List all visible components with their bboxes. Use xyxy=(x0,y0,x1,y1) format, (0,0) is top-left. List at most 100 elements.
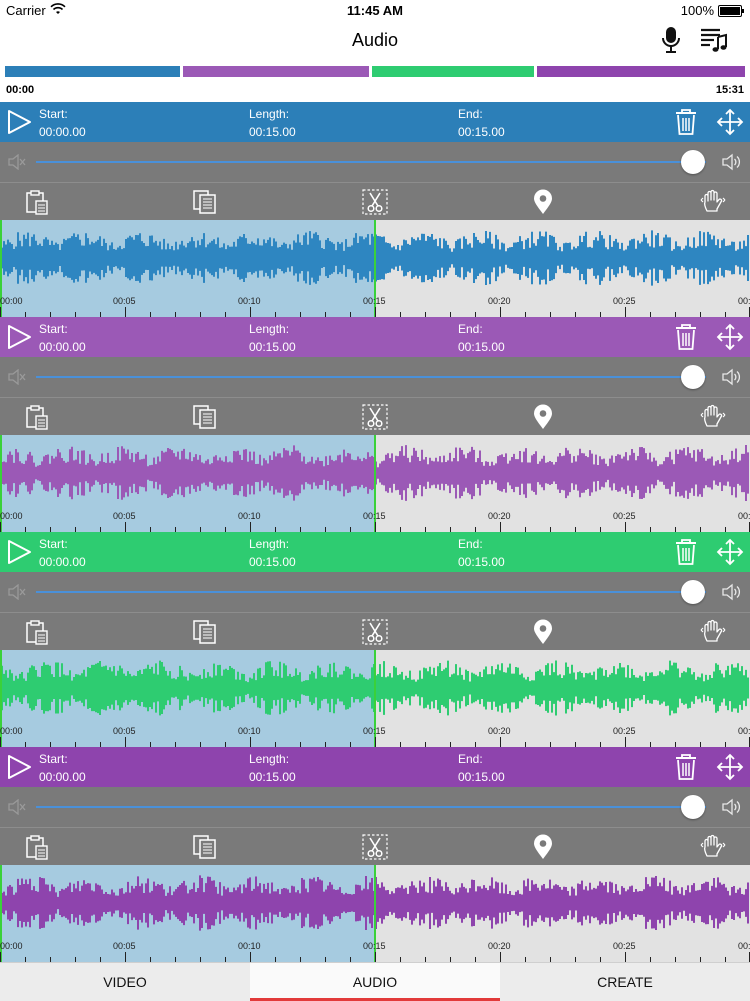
paste-icon[interactable] xyxy=(24,619,50,645)
speaker-loud-icon[interactable] xyxy=(722,583,742,601)
speaker-loud-icon[interactable] xyxy=(722,798,742,816)
track-length: Length: 00:15.00 xyxy=(249,535,296,571)
location-pin-icon[interactable] xyxy=(530,404,556,430)
start-value[interactable]: 00:00.00 xyxy=(39,553,86,571)
time-tick-label: 00:05 xyxy=(113,941,136,951)
start-label: Start: xyxy=(39,537,68,551)
copy-icon[interactable] xyxy=(192,404,218,430)
volume-slider-track[interactable] xyxy=(36,161,706,163)
timeline-overview[interactable] xyxy=(0,66,750,78)
paste-icon[interactable] xyxy=(24,404,50,430)
start-label: Start: xyxy=(39,107,68,121)
tab-video[interactable]: VIDEO xyxy=(0,963,250,1001)
waveform-panel[interactable]: 00:00 00:05 00:10 00:15 00:20 00:25 00: xyxy=(0,435,750,532)
paste-icon[interactable] xyxy=(24,834,50,860)
mute-speaker-icon[interactable] xyxy=(8,369,26,385)
edit-toolbar xyxy=(0,827,750,866)
waveform-panel[interactable]: 00:00 00:05 00:10 00:15 00:20 00:25 00: xyxy=(0,650,750,747)
mute-speaker-icon[interactable] xyxy=(8,584,26,600)
end-value[interactable]: 00:15.00 xyxy=(458,123,505,141)
pan-hand-icon[interactable] xyxy=(700,619,726,645)
volume-slider-thumb[interactable] xyxy=(680,580,705,604)
volume-slider-thumb[interactable] xyxy=(680,365,705,389)
start-value[interactable]: 00:00.00 xyxy=(39,768,86,786)
start-value[interactable]: 00:00.00 xyxy=(39,338,86,356)
time-tick-label: 00:20 xyxy=(488,296,511,306)
length-value[interactable]: 00:15.00 xyxy=(249,553,296,571)
time-tick xyxy=(500,737,501,747)
move-arrows-icon[interactable] xyxy=(716,323,744,351)
move-arrows-icon[interactable] xyxy=(716,538,744,566)
cut-icon[interactable] xyxy=(362,189,388,215)
waveform-panel[interactable]: 00:00 00:05 00:10 00:15 00:20 00:25 00: xyxy=(0,865,750,962)
end-value[interactable]: 00:15.00 xyxy=(458,338,505,356)
time-tick-label: 00:15 xyxy=(363,726,386,736)
end-value[interactable]: 00:15.00 xyxy=(458,553,505,571)
speaker-loud-icon[interactable] xyxy=(722,153,742,171)
microphone-icon[interactable] xyxy=(660,26,682,54)
speaker-loud-icon[interactable] xyxy=(722,368,742,386)
play-icon[interactable] xyxy=(6,324,32,350)
volume-slider-track[interactable] xyxy=(36,806,706,808)
pan-hand-icon[interactable] xyxy=(700,189,726,215)
volume-row xyxy=(0,787,750,827)
start-value[interactable]: 00:00.00 xyxy=(39,123,86,141)
pan-hand-icon[interactable] xyxy=(700,834,726,860)
time-tick xyxy=(0,522,1,532)
volume-slider-track[interactable] xyxy=(36,591,706,593)
cut-icon[interactable] xyxy=(362,404,388,430)
location-pin-icon[interactable] xyxy=(530,619,556,645)
move-arrows-icon[interactable] xyxy=(716,108,744,136)
trash-icon[interactable] xyxy=(674,323,698,351)
length-value[interactable]: 00:15.00 xyxy=(249,338,296,356)
length-value[interactable]: 00:15.00 xyxy=(249,768,296,786)
trash-icon[interactable] xyxy=(674,108,698,136)
location-pin-icon[interactable] xyxy=(530,189,556,215)
length-value[interactable]: 00:15.00 xyxy=(249,123,296,141)
mute-speaker-icon[interactable] xyxy=(8,154,26,170)
time-tick-label: 00:25 xyxy=(613,511,636,521)
battery-icon xyxy=(718,5,744,17)
time-tick xyxy=(0,952,1,962)
time-tick xyxy=(375,952,376,962)
paste-icon[interactable] xyxy=(24,189,50,215)
music-playlist-icon[interactable] xyxy=(700,27,728,53)
cut-icon[interactable] xyxy=(362,834,388,860)
play-icon[interactable] xyxy=(6,539,32,565)
location-pin-icon[interactable] xyxy=(530,834,556,860)
move-arrows-icon[interactable] xyxy=(716,753,744,781)
time-tick xyxy=(625,307,626,317)
trash-icon[interactable] xyxy=(674,538,698,566)
tab-audio[interactable]: AUDIO xyxy=(250,963,500,1001)
audio-track: Start: 00:00.00 Length: 00:15.00 End: 00… xyxy=(0,317,750,532)
track-length: Length: 00:15.00 xyxy=(249,320,296,356)
mute-speaker-icon[interactable] xyxy=(8,799,26,815)
cut-icon[interactable] xyxy=(362,619,388,645)
end-value[interactable]: 00:15.00 xyxy=(458,768,505,786)
track-info-bar: Start: 00:00.00 Length: 00:15.00 End: 00… xyxy=(0,317,750,357)
copy-icon[interactable] xyxy=(192,189,218,215)
overview-segment-4[interactable] xyxy=(537,66,745,77)
time-tick-label: 00:15 xyxy=(363,296,386,306)
trash-icon[interactable] xyxy=(674,753,698,781)
tab-bar: VIDEO AUDIO CREATE xyxy=(0,962,750,1001)
time-tick-label: 00:20 xyxy=(488,941,511,951)
waveform-panel[interactable]: 00:00 00:05 00:10 00:15 00:20 00:25 00: xyxy=(0,220,750,317)
time-tick xyxy=(375,307,376,317)
overview-segment-2[interactable] xyxy=(183,66,369,77)
pan-hand-icon[interactable] xyxy=(700,404,726,430)
time-tick-label: 00:25 xyxy=(613,941,636,951)
tab-create[interactable]: CREATE xyxy=(500,963,750,1001)
volume-slider-thumb[interactable] xyxy=(680,795,705,819)
overview-segment-1[interactable] xyxy=(5,66,180,77)
timeline-start-time: 00:00 xyxy=(6,84,35,96)
volume-slider-track[interactable] xyxy=(36,376,706,378)
play-icon[interactable] xyxy=(6,109,32,135)
volume-slider-thumb[interactable] xyxy=(680,150,705,174)
overview-segment-3[interactable] xyxy=(372,66,534,77)
copy-icon[interactable] xyxy=(192,834,218,860)
timeline-times: 00:00 15:31 xyxy=(0,84,750,100)
copy-icon[interactable] xyxy=(192,619,218,645)
play-icon[interactable] xyxy=(6,754,32,780)
end-label: End: xyxy=(458,537,483,551)
